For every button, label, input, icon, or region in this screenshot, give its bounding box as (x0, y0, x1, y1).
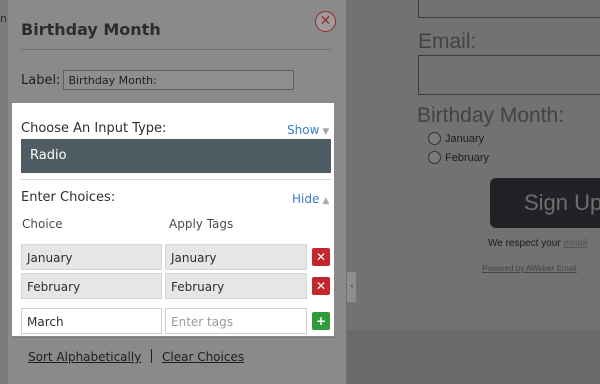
form-preview-footer (347, 330, 600, 384)
preview-privacy-note: We respect your email (488, 238, 587, 249)
label-row: Label: (21, 70, 295, 90)
caret-up-icon: ▲ (322, 196, 330, 206)
footer-divider (13, 337, 338, 338)
radio-icon (428, 151, 441, 164)
preview-email-input (418, 55, 600, 95)
preview-email-label: Email: (418, 30, 477, 53)
preview-radio-february: February (428, 151, 489, 164)
tags-field[interactable]: January (165, 244, 307, 270)
section-divider (21, 179, 331, 180)
hide-toggle-link[interactable]: Hide ▲ (292, 192, 329, 206)
label-input[interactable] (63, 70, 295, 90)
tags-field[interactable]: February (165, 273, 307, 299)
preview-birthday-label: Birthday Month: (417, 104, 565, 127)
background-strip: n (0, 0, 8, 384)
panel-title: Birthday Month (21, 20, 161, 39)
column-header-choice: Choice (22, 217, 63, 231)
preview-privacy-text: We respect your (488, 238, 564, 249)
preview-signup-button: Sign Up (490, 178, 600, 228)
choices-heading: Enter Choices: (21, 190, 116, 205)
link-separator (151, 349, 152, 363)
input-type-select[interactable]: Radio (21, 139, 331, 173)
show-toggle-label: Show (287, 123, 320, 137)
remove-icon[interactable]: ✕ (312, 248, 330, 266)
sort-alphabetically-link[interactable]: Sort Alphabetically (28, 350, 141, 364)
radio-icon (428, 132, 441, 145)
add-icon[interactable]: + (312, 312, 330, 330)
caret-down-icon: ▼ (322, 127, 330, 137)
title-divider (21, 49, 331, 50)
preview-radio-january: January (428, 132, 484, 145)
choice-row: January January ✕ (21, 244, 331, 270)
new-choice-input[interactable]: March (21, 308, 162, 334)
preview-privacy-link: email (563, 238, 588, 249)
label-caption: Label: (21, 72, 61, 88)
preview-powered-by: Powered by AWeber Email (482, 264, 577, 273)
show-toggle-link[interactable]: Show ▼ (287, 123, 329, 137)
new-tags-input[interactable]: Enter tags (165, 308, 307, 334)
hide-toggle-label: Hide (292, 192, 320, 206)
clear-choices-link[interactable]: Clear Choices (162, 350, 244, 364)
close-icon[interactable]: ✕ (315, 11, 336, 32)
background-cut-text: n (0, 12, 7, 25)
preview-radio-label: February (445, 151, 490, 164)
preview-name-input (418, 0, 600, 18)
choice-row: February February ✕ (21, 273, 331, 299)
remove-icon[interactable]: ✕ (312, 277, 330, 295)
choice-field[interactable]: February (21, 273, 162, 299)
input-type-heading: Choose An Input Type: (21, 121, 167, 136)
preview-radio-label: January (445, 132, 485, 145)
column-header-apply-tags: Apply Tags (169, 217, 234, 231)
new-choice-row: March Enter tags + (21, 308, 331, 334)
choice-field[interactable]: January (21, 244, 162, 270)
